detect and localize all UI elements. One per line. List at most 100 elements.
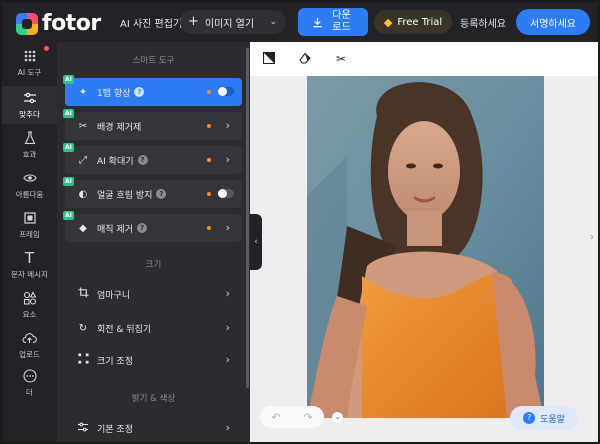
scissors-icon: ✂ bbox=[78, 120, 88, 132]
collapse-panel-button[interactable]: ‹ bbox=[250, 214, 262, 270]
help-label: 도움말 bbox=[540, 414, 565, 425]
login-label: 서명하세요 bbox=[530, 18, 576, 30]
tool-face-unblur[interactable]: AI ◐ 얼굴 흐림 방지 ? bbox=[63, 177, 242, 208]
rail-label: 문자 메시지 bbox=[11, 270, 48, 279]
scissors-icon[interactable]: ✂ bbox=[334, 52, 348, 66]
panel-scrollbar[interactable] bbox=[246, 48, 249, 388]
tool-basic-adjust[interactable]: 기본 조정 › bbox=[65, 414, 242, 442]
rail-label: AI 도구 bbox=[17, 68, 42, 77]
rail-item-text[interactable]: T 문자 메시지 bbox=[2, 246, 57, 284]
adjust-icon bbox=[77, 422, 89, 435]
chevron-down-icon[interactable]: ⌄ bbox=[332, 412, 343, 423]
tool-label: AI 확대기 bbox=[97, 156, 134, 167]
pro-dot bbox=[207, 226, 211, 230]
chevron-left-icon: ‹ bbox=[254, 237, 258, 247]
adjust-panel: 스마트 도구 AI ✦ 1탭 향상 ? AI ✂ 배경 제거제 › AI ⤢ A… bbox=[57, 42, 250, 442]
tool-label: 기본 조정 bbox=[97, 424, 133, 435]
tool-ai-enlarger[interactable]: AI ⤢ AI 확대기 ? › bbox=[63, 143, 242, 174]
section-heading-color: 밝기 & 색상 bbox=[131, 394, 176, 404]
tool-rotate-flip[interactable]: ↻ 회전 & 뒤집기 › bbox=[65, 314, 242, 342]
history-controls: ↶ ↷ bbox=[260, 406, 324, 428]
rail-item-effects[interactable]: 효과 bbox=[2, 126, 57, 164]
open-image-dropdown[interactable]: + 이미지 열기 ⌄ bbox=[180, 10, 286, 34]
help-icon[interactable]: ? bbox=[137, 155, 148, 165]
eye-icon bbox=[22, 170, 38, 186]
tool-one-tap-enhance[interactable]: AI ✦ 1탭 향상 ? bbox=[63, 75, 242, 106]
magic-wand-icon: ✦ bbox=[78, 86, 88, 98]
tool-label: 엄마구니 bbox=[97, 290, 131, 301]
pro-dot bbox=[207, 90, 211, 94]
eraser-icon: ◆ bbox=[79, 222, 87, 234]
rail-label: 맞추다 bbox=[19, 110, 40, 119]
chevron-down-icon: ⌄ bbox=[269, 17, 277, 27]
eraser-icon[interactable] bbox=[298, 52, 312, 66]
rail-item-adjust[interactable]: 맞추다 bbox=[2, 86, 57, 124]
rotate-icon: ↻ bbox=[78, 322, 88, 334]
rail-label: 효과 bbox=[22, 150, 37, 159]
chevron-right-icon: › bbox=[225, 221, 230, 234]
open-image-label: 이미지 열기 bbox=[204, 18, 255, 30]
help-icon[interactable]: ? bbox=[156, 189, 167, 199]
ai-badge: AI bbox=[63, 177, 74, 186]
plus-icon: + bbox=[188, 14, 199, 29]
face-icon: ◐ bbox=[78, 188, 88, 200]
free-trial-button[interactable]: ◆ Free Trial bbox=[374, 10, 452, 34]
help-icon[interactable]: ? bbox=[134, 87, 145, 97]
enhance-toggle[interactable] bbox=[218, 87, 234, 96]
tool-label: 매직 제거 bbox=[97, 224, 133, 235]
left-rail: AI 도구 맞추다 효과 아름다움 프레임 T 문자 메시지 요소 업로드 더 bbox=[2, 42, 57, 442]
rail-item-upload[interactable]: 업로드 bbox=[2, 326, 57, 364]
pro-dot bbox=[207, 158, 211, 162]
shapes-icon bbox=[22, 290, 38, 306]
app-title-menu[interactable]: AI 사진 편집기 bbox=[120, 15, 182, 30]
tool-label: 얼굴 흐림 방지 bbox=[97, 190, 153, 201]
chevron-right-icon: › bbox=[225, 353, 230, 366]
pro-dot bbox=[207, 124, 211, 128]
photo-image bbox=[307, 76, 544, 418]
ai-badge: AI bbox=[63, 109, 74, 118]
login-button[interactable]: 서명하세요 bbox=[516, 9, 590, 35]
rail-label: 업로드 bbox=[19, 350, 40, 359]
flask-icon bbox=[22, 130, 38, 146]
tool-magic-remove[interactable]: AI ◆ 매직 제거 ? › bbox=[63, 211, 242, 242]
tool-crop[interactable]: 엄마구니 › bbox=[65, 280, 242, 308]
app-window: fotor AI 사진 편집기 + 이미지 열기 ⌄ 다운로드 ◆ Free T… bbox=[0, 0, 600, 444]
signup-link[interactable]: 등록하세요 bbox=[460, 15, 506, 30]
tool-label: 배경 제거제 bbox=[97, 122, 142, 133]
redo-icon[interactable]: ↷ bbox=[303, 411, 312, 424]
rail-item-more[interactable]: 더 bbox=[2, 364, 57, 402]
apps-grid-icon bbox=[22, 48, 38, 64]
rail-label: 프레임 bbox=[19, 230, 40, 239]
rail-item-frame[interactable]: 프레임 bbox=[2, 206, 57, 244]
download-icon bbox=[312, 17, 322, 27]
rail-label: 아름다움 bbox=[15, 190, 44, 199]
ai-badge: AI bbox=[63, 143, 74, 152]
rail-item-beauty[interactable]: 아름다움 bbox=[2, 166, 57, 204]
tool-background-remover[interactable]: AI ✂ 배경 제거제 › bbox=[63, 109, 242, 140]
undo-icon[interactable]: ↶ bbox=[271, 411, 280, 424]
more-icon bbox=[22, 368, 38, 384]
help-button[interactable]: ? 도움말 bbox=[510, 406, 578, 430]
chevron-right-icon[interactable]: › bbox=[590, 232, 594, 243]
text-icon: T bbox=[24, 249, 35, 267]
top-bar: fotor AI 사진 편집기 + 이미지 열기 ⌄ 다운로드 ◆ Free T… bbox=[2, 2, 598, 42]
help-icon[interactable]: ? bbox=[136, 223, 147, 233]
fotor-logo[interactable]: fotor bbox=[16, 11, 101, 36]
free-trial-label: Free Trial bbox=[397, 16, 443, 28]
tool-resize[interactable]: 크기 조정 › bbox=[65, 346, 242, 374]
pro-dot bbox=[207, 192, 211, 196]
face-unblur-toggle[interactable] bbox=[218, 189, 234, 198]
tool-label: 회전 & 뒤집기 bbox=[97, 324, 152, 335]
download-button[interactable]: 다운로드 bbox=[298, 8, 368, 36]
fotor-logo-mark-icon bbox=[16, 12, 38, 35]
ai-badge: AI bbox=[63, 75, 74, 84]
download-label: 다운로드 bbox=[332, 10, 351, 33]
chevron-right-icon: › bbox=[225, 421, 230, 434]
compare-icon[interactable] bbox=[262, 51, 276, 66]
enlarge-icon: ⤢ bbox=[79, 154, 87, 166]
rail-label: 더 bbox=[26, 388, 33, 397]
rail-label: 요소 bbox=[22, 310, 37, 319]
rail-item-elements[interactable]: 요소 bbox=[2, 286, 57, 324]
frame-icon bbox=[22, 210, 38, 226]
rail-item-ai-tools[interactable]: AI 도구 bbox=[2, 44, 57, 82]
